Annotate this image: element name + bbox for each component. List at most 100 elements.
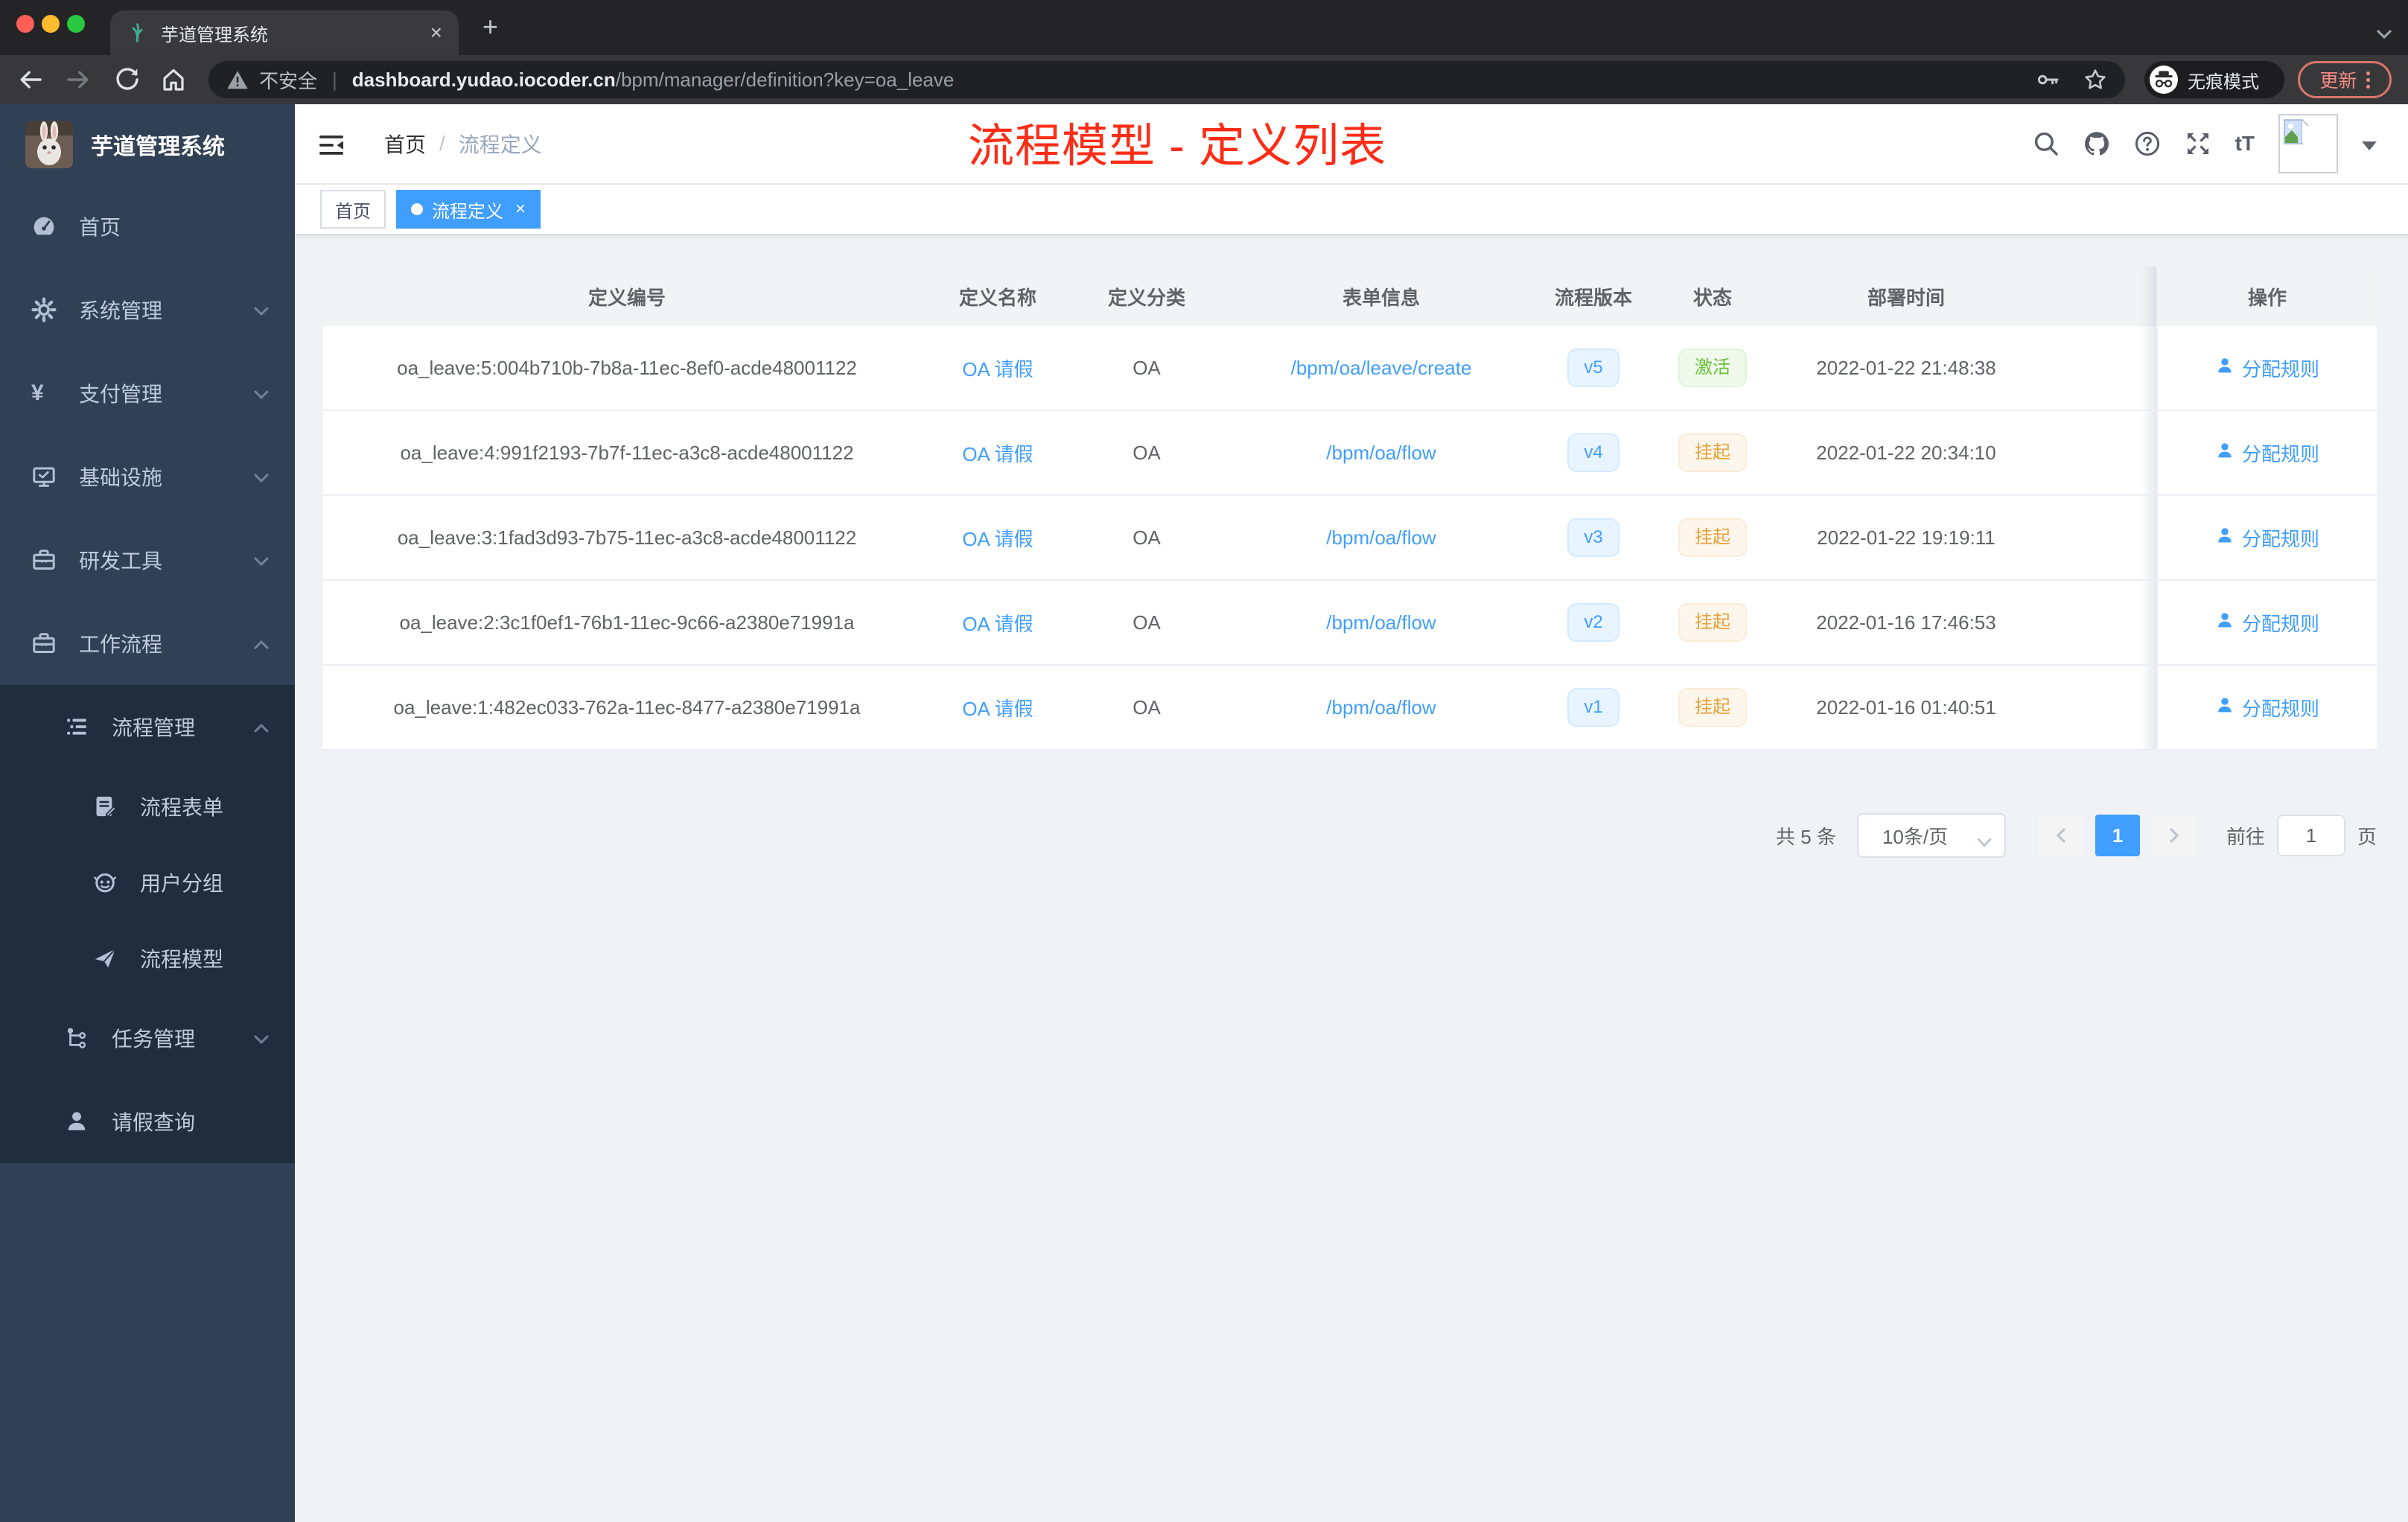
tag-label: 流程定义	[432, 201, 503, 222]
chevron-up-icon	[253, 718, 270, 734]
passwords-key-icon[interactable]	[2036, 68, 2060, 92]
fullscreen-icon[interactable]	[2185, 130, 2211, 157]
font-size-icon[interactable]: tT	[2235, 130, 2255, 157]
address-bar[interactable]: 不安全 | dashboard.yudao.iocoder.cn /bpm/ma…	[208, 61, 2125, 98]
app-title: 芋道管理系统	[91, 135, 225, 159]
chevron-down-icon	[1976, 831, 1993, 847]
definition-name-link[interactable]: OA 请假	[962, 698, 1033, 720]
assign-rule-link[interactable]: 分配规则	[2215, 609, 2319, 637]
definition-name-cell: OA 请假	[931, 354, 1065, 382]
form-info-link[interactable]: /bpm/oa/leave/create	[1291, 357, 1472, 379]
dashboard-icon	[31, 214, 57, 239]
sidebar-item-user-group[interactable]: 用户分组	[0, 844, 295, 920]
back-icon[interactable]	[16, 66, 45, 94]
header-actions: tT	[2033, 104, 2377, 183]
user-icon	[64, 1109, 89, 1134]
sidebar-collapse-icon[interactable]	[317, 131, 345, 159]
form-info-link[interactable]: /bpm/oa/flow	[1326, 696, 1436, 719]
definition-name-link[interactable]: OA 请假	[962, 358, 1033, 380]
assign-rule-link[interactable]: 分配规则	[2215, 439, 2319, 467]
sprout-favicon-icon	[127, 22, 149, 44]
table-header-row: 定义编号 定义名称 定义分类 表单信息 流程版本 状态 部署时间 操作	[323, 267, 2377, 326]
new-tab-button[interactable]: +	[482, 12, 498, 42]
prev-page-button[interactable]	[2038, 815, 2083, 856]
assign-rule-link[interactable]: 分配规则	[2215, 354, 2319, 382]
chevron-down-icon	[253, 551, 270, 567]
window-zoom-button[interactable]	[67, 15, 85, 33]
actions-cell: 分配规则	[2141, 666, 2377, 749]
main-area: 首页 / 流程定义 流程模型 - 定义列表 tT 首页 流程定义 × 定义编号 …	[295, 104, 2408, 1522]
sidebar-item-process-manage[interactable]: 流程管理	[0, 685, 295, 768]
sidebar-item-payment[interactable]: ¥ 支付管理	[0, 351, 295, 435]
deploy-time: 2022-01-16 01:40:51	[1816, 695, 1996, 719]
sidebar-item-leave-query[interactable]: 请假查询	[0, 1080, 295, 1163]
definition-name-link[interactable]: OA 请假	[962, 613, 1033, 635]
forward-icon[interactable]	[64, 66, 92, 94]
table-row: oa_leave:5:004b710b-7b8a-11ec-8ef0-acde4…	[323, 326, 2377, 411]
tab-title: 芋道管理系统	[161, 25, 268, 45]
sidebar-item-task-manage[interactable]: 任务管理	[0, 996, 295, 1080]
not-secure-warning-icon[interactable]	[226, 69, 249, 90]
person-icon	[2215, 356, 2235, 380]
sidebar-item-workflow[interactable]: 工作流程	[0, 602, 295, 685]
home-icon[interactable]	[159, 66, 188, 94]
sidebar-item-label: 流程表单	[140, 796, 224, 819]
sidebar-item-process-form[interactable]: 流程表单	[0, 768, 295, 844]
form-info-link[interactable]: /bpm/oa/flow	[1326, 611, 1436, 634]
chrome-update-button[interactable]: 更新	[2298, 61, 2392, 98]
column-header: 状态	[1692, 286, 1732, 309]
form-info-cell: /bpm/oa/flow	[1229, 696, 1534, 719]
security-label: 不安全	[259, 69, 318, 92]
window-minimize-button[interactable]	[42, 15, 60, 33]
assign-rule-link[interactable]: 分配规则	[2215, 694, 2319, 722]
tag-process-definition[interactable]: 流程定义 ×	[396, 190, 541, 229]
tag-close-icon[interactable]: ×	[515, 200, 526, 218]
column-header-actions: 操作	[2141, 267, 2377, 326]
status-badge: 挂起	[1678, 688, 1747, 727]
sidebar-logo[interactable]: 芋道管理系统	[0, 104, 295, 185]
form-edit-icon	[92, 794, 118, 819]
screen: 芋道管理系统 × + 不安全 | dashboard.yudao.iocoder…	[0, 0, 2408, 1522]
sidebar-item-label: 系统管理	[79, 299, 163, 322]
status-cell: 挂起	[1653, 688, 1772, 727]
page-size-select[interactable]: 10条/页	[1856, 813, 2006, 858]
tab-close-icon[interactable]: ×	[421, 21, 442, 45]
window-close-button[interactable]	[16, 15, 34, 33]
sidebar-item-home[interactable]: 首页	[0, 185, 295, 268]
breadcrumb: 首页 / 流程定义	[384, 104, 542, 183]
form-info-link[interactable]: /bpm/oa/flow	[1326, 442, 1436, 464]
sidebar-item-infra[interactable]: 基础设施	[0, 435, 295, 518]
next-page-button[interactable]	[2151, 815, 2197, 856]
assign-rule-link[interactable]: 分配规则	[2215, 524, 2319, 552]
browser-tab[interactable]: 芋道管理系统 ×	[110, 10, 459, 55]
version-badge: v4	[1567, 433, 1619, 472]
browser-toolbar: 不安全 | dashboard.yudao.iocoder.cn /bpm/ma…	[0, 55, 2408, 104]
definition-name-link[interactable]: OA 请假	[962, 443, 1033, 465]
tab-search-chevron-icon[interactable]	[2375, 21, 2393, 39]
reload-icon[interactable]	[113, 66, 141, 94]
definition-name-link[interactable]: OA 请假	[962, 528, 1033, 550]
form-info-link[interactable]: /bpm/oa/flow	[1326, 526, 1436, 549]
breadcrumb-home[interactable]: 首页	[384, 129, 426, 159]
bookmark-star-icon[interactable]	[2083, 68, 2107, 92]
sidebar-item-system[interactable]: 系统管理	[0, 268, 295, 351]
tasks-icon	[64, 1025, 89, 1051]
avatar-caret-icon[interactable]	[2362, 141, 2377, 158]
goto-page-input[interactable]	[2276, 815, 2345, 856]
github-icon[interactable]	[2083, 130, 2110, 157]
search-icon[interactable]	[2033, 130, 2060, 157]
sidebar-item-process-model[interactable]: 流程模型	[0, 920, 295, 996]
page-number-current[interactable]: 1	[2095, 815, 2140, 856]
breadcrumb-separator: /	[439, 132, 445, 155]
status-badge: 挂起	[1678, 518, 1747, 557]
robot-icon	[92, 870, 118, 895]
definition-category: OA	[1133, 356, 1161, 379]
monitor-icon	[31, 464, 57, 489]
page-jumper: 前往 页	[2226, 815, 2377, 856]
sidebar-item-devtools[interactable]: 研发工具	[0, 518, 295, 602]
tag-home[interactable]: 首页	[320, 190, 386, 229]
deploy-time: 2022-01-22 21:48:38	[1816, 356, 1996, 379]
page-header: 首页 / 流程定义 流程模型 - 定义列表 tT	[295, 104, 2408, 185]
help-icon[interactable]	[2134, 130, 2161, 157]
user-avatar[interactable]	[2278, 114, 2338, 173]
